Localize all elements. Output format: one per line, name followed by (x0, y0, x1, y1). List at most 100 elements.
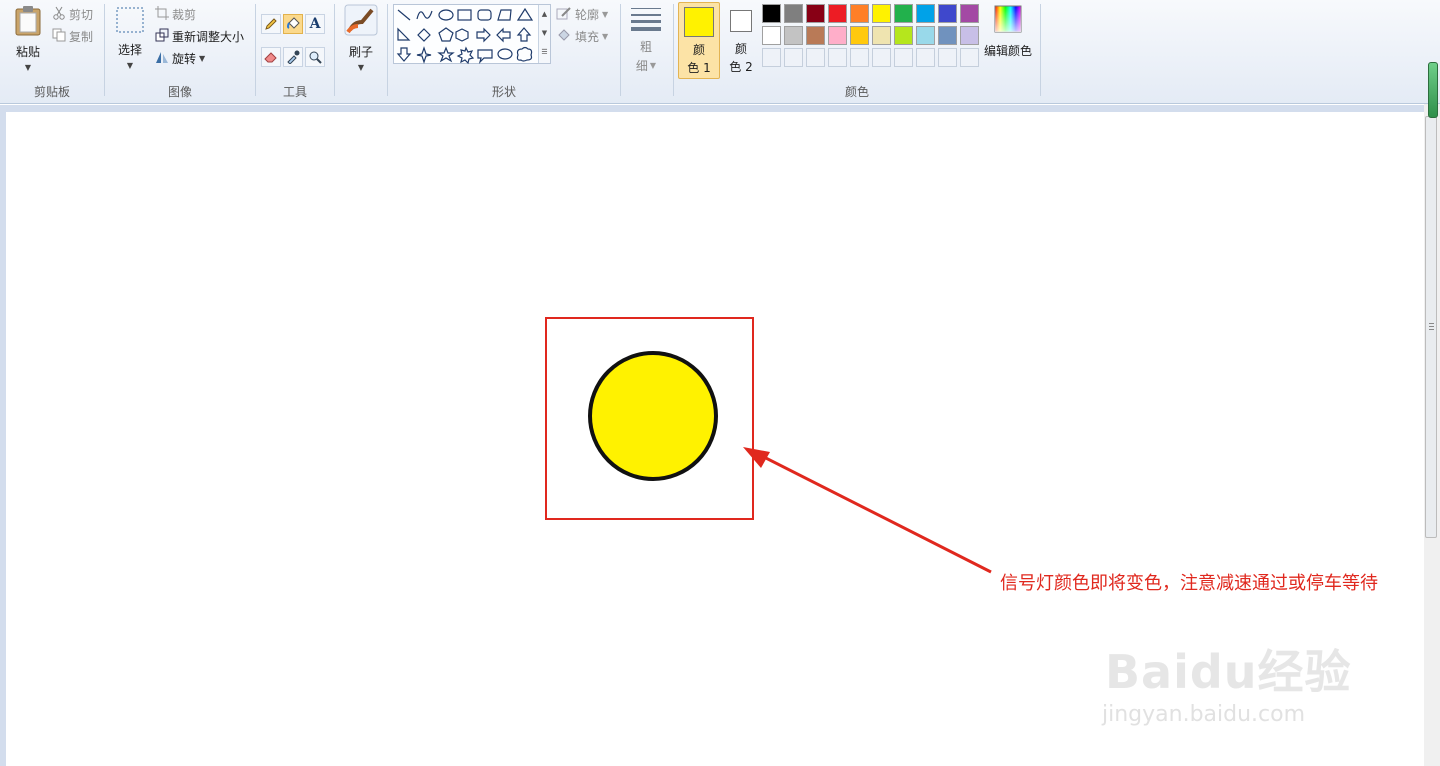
scrollbar-thumb[interactable] (1425, 116, 1437, 538)
rotate-label: 旋转 (172, 52, 197, 66)
watermark-url: jingyan.baidu.com (1102, 702, 1306, 727)
shapes-gallery-scroll[interactable]: ▲ ▼ ☰ (538, 5, 550, 63)
color2-label-line2: 色 2 (729, 60, 753, 74)
palette-swatch[interactable] (850, 26, 869, 45)
size-dropdown-icon[interactable]: ▼ (650, 61, 656, 70)
color2-swatch (730, 10, 752, 32)
palette-swatch[interactable] (784, 26, 803, 45)
palette-swatch[interactable] (916, 26, 935, 45)
palette-swatch[interactable] (806, 26, 825, 45)
shapes-gallery-icons (396, 7, 534, 65)
pencil-tool[interactable] (261, 14, 281, 34)
clipboard-group: 粘贴 ▼ 剪切 复制 剪贴板 (0, 0, 104, 104)
palette-swatch[interactable] (806, 4, 825, 23)
palette-swatch[interactable] (872, 26, 891, 45)
palette-swatch[interactable] (894, 26, 913, 45)
palette-swatch[interactable] (938, 26, 957, 45)
palette-swatch[interactable] (784, 4, 803, 23)
select-dropdown-icon[interactable]: ▼ (127, 61, 133, 70)
vertical-scrollbar[interactable] (1424, 104, 1440, 766)
custom-color-slot[interactable] (916, 48, 935, 67)
image-group: 选择 ▼ 裁剪 重新调整大小 旋转 ▼ 图像 (105, 0, 255, 104)
brushes-dropdown-icon[interactable]: ▼ (358, 63, 364, 72)
color2-button[interactable]: 颜 色 2 (724, 2, 758, 79)
palette-swatch[interactable] (850, 4, 869, 23)
select-label: 选择 (117, 43, 142, 57)
eyedropper-icon (287, 50, 300, 64)
cut-button[interactable]: 剪切 (52, 5, 93, 24)
text-tool[interactable]: A (305, 14, 325, 34)
color1-button[interactable]: 颜 色 1 (678, 2, 720, 79)
annotation-text: 信号灯颜色即将变色，注意减速通过或停车等待 (1000, 573, 1378, 594)
eraser-tool[interactable] (261, 47, 281, 67)
edit-colors-label: 编辑颜色 (984, 44, 1033, 58)
size-label-line1: 粗 (639, 40, 652, 54)
custom-color-slot[interactable] (784, 48, 803, 67)
palette-swatch[interactable] (828, 26, 847, 45)
custom-color-slot[interactable] (894, 48, 913, 67)
color-picker-tool[interactable] (283, 47, 303, 67)
fill-button[interactable]: 填充 ▼ (556, 27, 608, 46)
scrollbar-grip-icon (1429, 323, 1434, 324)
cut-label: 剪切 (69, 8, 94, 22)
custom-color-slot[interactable] (828, 48, 847, 67)
rotate-dropdown-icon[interactable]: ▼ (199, 54, 205, 63)
brush-icon (344, 4, 378, 40)
custom-color-slot[interactable] (762, 48, 781, 67)
line-width-icon (630, 6, 662, 36)
annotation-arrow-line (757, 452, 992, 574)
copy-button[interactable]: 复制 (52, 27, 93, 46)
select-button[interactable]: 选择 ▼ (113, 6, 147, 70)
gallery-scroll-up-icon[interactable]: ▲ (539, 5, 550, 24)
shapes-group: ▲ ▼ ☰ 轮廓 ▼ 填充 ▼ 形状 (388, 0, 620, 104)
resize-label: 重新调整大小 (172, 30, 245, 44)
custom-color-slot[interactable] (872, 48, 891, 67)
custom-color-slot[interactable] (960, 48, 979, 67)
custom-color-slot[interactable] (938, 48, 957, 67)
palette-swatch[interactable] (828, 4, 847, 23)
palette-swatch[interactable] (960, 4, 979, 23)
outline-button[interactable]: 轮廓 ▼ (556, 5, 608, 24)
image-group-label: 图像 (167, 85, 192, 99)
copy-icon (52, 27, 66, 46)
gallery-scroll-down-icon[interactable]: ▼ (539, 24, 550, 43)
shapes-group-label: 形状 (491, 85, 516, 99)
text-tool-icon: A (309, 16, 321, 32)
gallery-expand-icon[interactable]: ☰ (539, 43, 550, 62)
color2-label-line1: 颜 (734, 42, 747, 56)
palette-swatch[interactable] (894, 4, 913, 23)
crop-icon (155, 5, 169, 24)
pencil-icon (265, 18, 277, 30)
custom-color-slot[interactable] (850, 48, 869, 67)
palette-swatch[interactable] (960, 26, 979, 45)
crop-button[interactable]: 裁剪 (155, 5, 196, 24)
size-button[interactable]: 粗 细 ▼ (629, 6, 663, 74)
palette-swatch[interactable] (762, 26, 781, 45)
paste-button[interactable]: 粘贴 ▼ (8, 4, 48, 72)
clipboard-icon (13, 4, 43, 40)
resize-button[interactable]: 重新调整大小 (155, 27, 244, 46)
magnifier-tool[interactable] (305, 47, 325, 67)
fill-tool[interactable] (283, 14, 303, 34)
rotate-button[interactable]: 旋转 ▼ (155, 49, 205, 68)
color-palette (762, 2, 984, 68)
crop-label: 裁剪 (172, 8, 197, 22)
fill-label: 填充 (575, 30, 600, 44)
paint-bucket-icon (287, 17, 300, 29)
fill-dropdown-icon[interactable]: ▼ (602, 32, 608, 41)
brushes-button[interactable]: 刷子 ▼ (343, 4, 379, 72)
rotate-icon (155, 49, 169, 68)
custom-color-slot[interactable] (806, 48, 825, 67)
edit-colors-button[interactable]: 编辑颜色 (984, 4, 1032, 59)
palette-swatch[interactable] (916, 4, 935, 23)
annotation-arrowhead (743, 447, 770, 468)
outline-dropdown-icon[interactable]: ▼ (602, 10, 608, 19)
palette-swatch[interactable] (872, 4, 891, 23)
ribbon-scroll-indicator[interactable] (1428, 62, 1438, 118)
group-divider (1040, 4, 1041, 96)
paste-dropdown-icon[interactable]: ▼ (25, 63, 31, 72)
brushes-label: 刷子 (348, 45, 373, 59)
palette-swatch[interactable] (938, 4, 957, 23)
outline-pen-icon (556, 5, 572, 24)
palette-swatch[interactable] (762, 4, 781, 23)
